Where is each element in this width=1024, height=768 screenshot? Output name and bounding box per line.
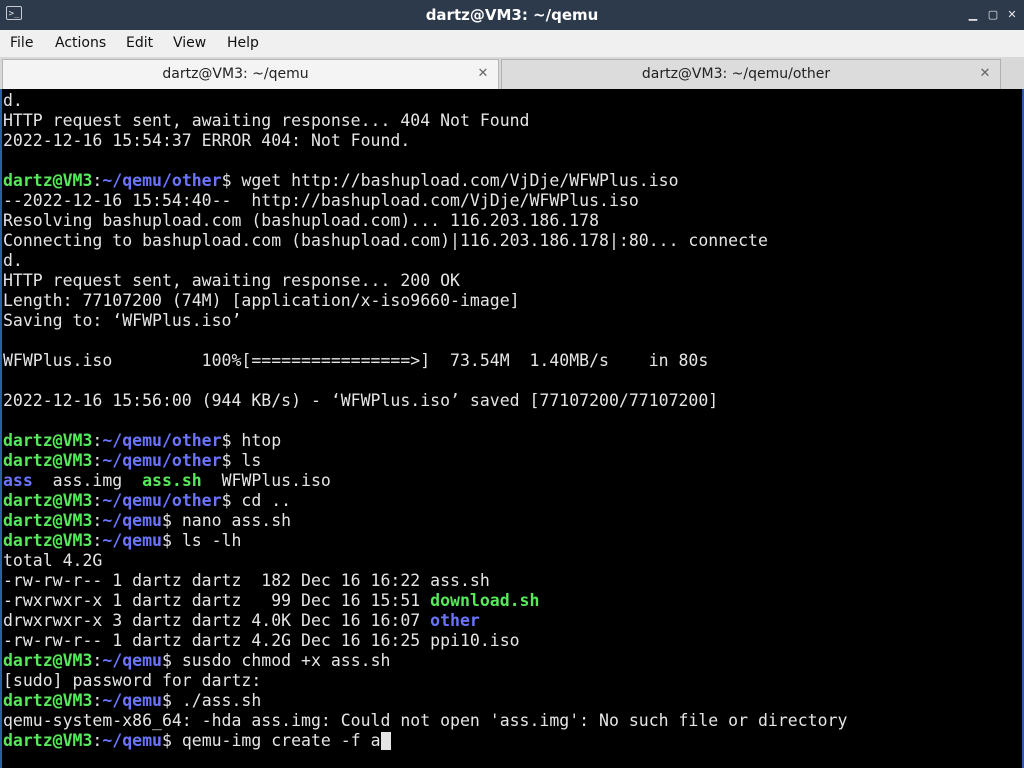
menu-bar: File Actions Edit View Help bbox=[0, 30, 1024, 57]
prompt-user: dartz@VM3 bbox=[3, 171, 93, 190]
terminal-line: -rw-rw-r-- 1 dartz dartz 4.2G Dec 16 16:… bbox=[3, 631, 520, 650]
terminal-line: --2022-12-16 15:54:40-- http://bashuploa… bbox=[3, 191, 639, 210]
command-text: htop bbox=[231, 431, 282, 450]
prompt-path: ~/qemu/other bbox=[102, 431, 222, 450]
menu-view[interactable]: View bbox=[173, 30, 206, 57]
terminal-prompt-line: dartz@VM3:~/qemu$ ./ass.sh bbox=[3, 691, 262, 710]
terminal-line: 2022-12-16 15:56:00 (944 KB/s) - ‘WFWPlu… bbox=[3, 391, 719, 410]
command-text: cd .. bbox=[231, 491, 292, 510]
terminal-view[interactable]: d. HTTP request sent, awaiting response.… bbox=[0, 89, 1024, 768]
prompt-user: dartz@VM3 bbox=[3, 531, 93, 550]
ls-long-meta: -rwxrwxr-x 1 dartz dartz 99 Dec 16 15:51 bbox=[3, 591, 431, 610]
prompt-path: ~/qemu bbox=[102, 691, 162, 710]
maximize-icon[interactable]: ▢ bbox=[986, 8, 1000, 22]
ls-long-meta: drwxrwxr-x 3 dartz dartz 4.0K Dec 16 16:… bbox=[3, 611, 431, 630]
terminal-line: d. bbox=[3, 251, 23, 270]
terminal-line: Connecting to bashupload.com (bashupload… bbox=[3, 231, 768, 250]
prompt-user: dartz@VM3 bbox=[3, 431, 93, 450]
prompt-path: ~/qemu bbox=[102, 731, 162, 750]
terminal-line: total 4.2G bbox=[3, 551, 103, 570]
ls-exec-entry: download.sh bbox=[430, 591, 540, 610]
terminal-line: Length: 77107200 (74M) [application/x-is… bbox=[3, 291, 520, 310]
title-bar[interactable]: >_ dartz@VM3: ~/qemu ▁ ▢ ✕ bbox=[0, 0, 1024, 31]
command-text: wget http://bashupload.com/VjDje/WFWPlus… bbox=[231, 171, 679, 190]
prompt-user: dartz@VM3 bbox=[3, 691, 93, 710]
terminal-line: HTTP request sent, awaiting response... … bbox=[3, 271, 460, 290]
terminal-line: WFWPlus.iso 100%[================>] 73.5… bbox=[3, 351, 709, 370]
terminal-prompt-line: dartz@VM3:~/qemu/other$ htop bbox=[3, 431, 282, 450]
terminal-line: Saving to: ‘WFWPlus.iso’ bbox=[3, 311, 242, 330]
tab-close-icon[interactable]: ✕ bbox=[476, 67, 490, 81]
prompt-path: ~/qemu/other bbox=[102, 491, 222, 510]
text-cursor bbox=[380, 732, 391, 750]
prompt-path: ~/qemu/other bbox=[102, 451, 222, 470]
prompt-path: ~/qemu bbox=[102, 531, 162, 550]
command-text: susdo chmod +x ass.sh bbox=[171, 651, 391, 670]
terminal-line: -rw-rw-r-- 1 dartz dartz 182 Dec 16 16:2… bbox=[3, 571, 490, 590]
tab-qemu-other[interactable]: dartz@VM3: ~/qemu/other ✕ bbox=[501, 59, 1001, 89]
prompt-user: dartz@VM3 bbox=[3, 491, 93, 510]
terminal-prompt-line: dartz@VM3:~/qemu$ susdo chmod +x ass.sh bbox=[3, 651, 391, 670]
close-icon[interactable]: ✕ bbox=[1005, 8, 1019, 22]
terminal-prompt-line: dartz@VM3:~/qemu/other$ ls bbox=[3, 451, 262, 470]
tab-qemu[interactable]: dartz@VM3: ~/qemu ✕ bbox=[2, 59, 499, 89]
terminal-line: 2022-12-16 15:54:37 ERROR 404: Not Found… bbox=[3, 131, 411, 150]
command-text: ls bbox=[231, 451, 262, 470]
menu-edit[interactable]: Edit bbox=[126, 30, 153, 57]
prompt-user: dartz@VM3 bbox=[3, 451, 93, 470]
command-text: ls -lh bbox=[171, 531, 242, 550]
terminal-line: d. bbox=[3, 91, 23, 110]
tab-label: dartz@VM3: ~/qemu/other bbox=[641, 66, 831, 82]
prompt-user: dartz@VM3 bbox=[3, 731, 93, 750]
terminal-prompt-line: dartz@VM3:~/qemu/other$ cd .. bbox=[3, 491, 292, 510]
ls-entry: WFWPlus.iso bbox=[201, 471, 331, 490]
prompt-path: ~/qemu bbox=[102, 651, 162, 670]
terminal-line: Resolving bashupload.com (bashupload.com… bbox=[3, 211, 600, 230]
ls-output-line: ass ass.img ass.sh WFWPlus.iso bbox=[3, 471, 1019, 491]
ls-entry: ass.img bbox=[32, 471, 143, 490]
menu-actions[interactable]: Actions bbox=[55, 30, 106, 57]
ls-long-line: drwxrwxr-x 3 dartz dartz 4.0K Dec 16 16:… bbox=[3, 611, 1019, 631]
prompt-path: ~/qemu bbox=[102, 511, 162, 530]
terminal-prompt-line: dartz@VM3:~/qemu$ ls -lh bbox=[3, 531, 242, 550]
menu-file[interactable]: File bbox=[10, 30, 33, 57]
terminal-line: HTTP request sent, awaiting response... … bbox=[3, 111, 530, 130]
terminal-prompt-line: dartz@VM3:~/qemu/other$ wget http://bash… bbox=[3, 171, 679, 190]
tab-close-icon[interactable]: ✕ bbox=[978, 67, 992, 81]
prompt-path: ~/qemu/other bbox=[102, 171, 222, 190]
tab-bar: dartz@VM3: ~/qemu ✕ dartz@VM3: ~/qemu/ot… bbox=[0, 57, 1024, 90]
prompt-user: dartz@VM3 bbox=[3, 651, 93, 670]
command-text: nano ass.sh bbox=[171, 511, 292, 530]
terminal-line: [sudo] password for dartz: bbox=[3, 671, 262, 690]
terminal-output: d. HTTP request sent, awaiting response.… bbox=[3, 91, 1019, 751]
menu-help[interactable]: Help bbox=[227, 30, 259, 57]
ls-dir-entry: ass bbox=[3, 471, 33, 490]
minimize-icon[interactable]: ▁ bbox=[966, 8, 980, 22]
tab-label: dartz@VM3: ~/qemu bbox=[162, 66, 309, 82]
command-input[interactable]: qemu-img create -f a bbox=[172, 731, 381, 750]
terminal-window: >_ dartz@VM3: ~/qemu ▁ ▢ ✕ File Actions … bbox=[0, 0, 1024, 768]
window-title: dartz@VM3: ~/qemu bbox=[425, 6, 599, 24]
ls-dir-entry: other bbox=[430, 611, 480, 630]
terminal-prompt-line: dartz@VM3:~/qemu$ qemu-img create -f a bbox=[3, 731, 1019, 751]
prompt-user: dartz@VM3 bbox=[3, 511, 93, 530]
command-text: ./ass.sh bbox=[171, 691, 262, 710]
ls-long-line: -rwxrwxr-x 1 dartz dartz 99 Dec 16 15:51… bbox=[3, 591, 1019, 611]
terminal-prompt-line: dartz@VM3:~/qemu$ nano ass.sh bbox=[3, 511, 292, 530]
ls-exec-entry: ass.sh bbox=[142, 471, 202, 490]
terminal-line: qemu-system-x86_64: -hda ass.img: Could … bbox=[3, 711, 848, 730]
